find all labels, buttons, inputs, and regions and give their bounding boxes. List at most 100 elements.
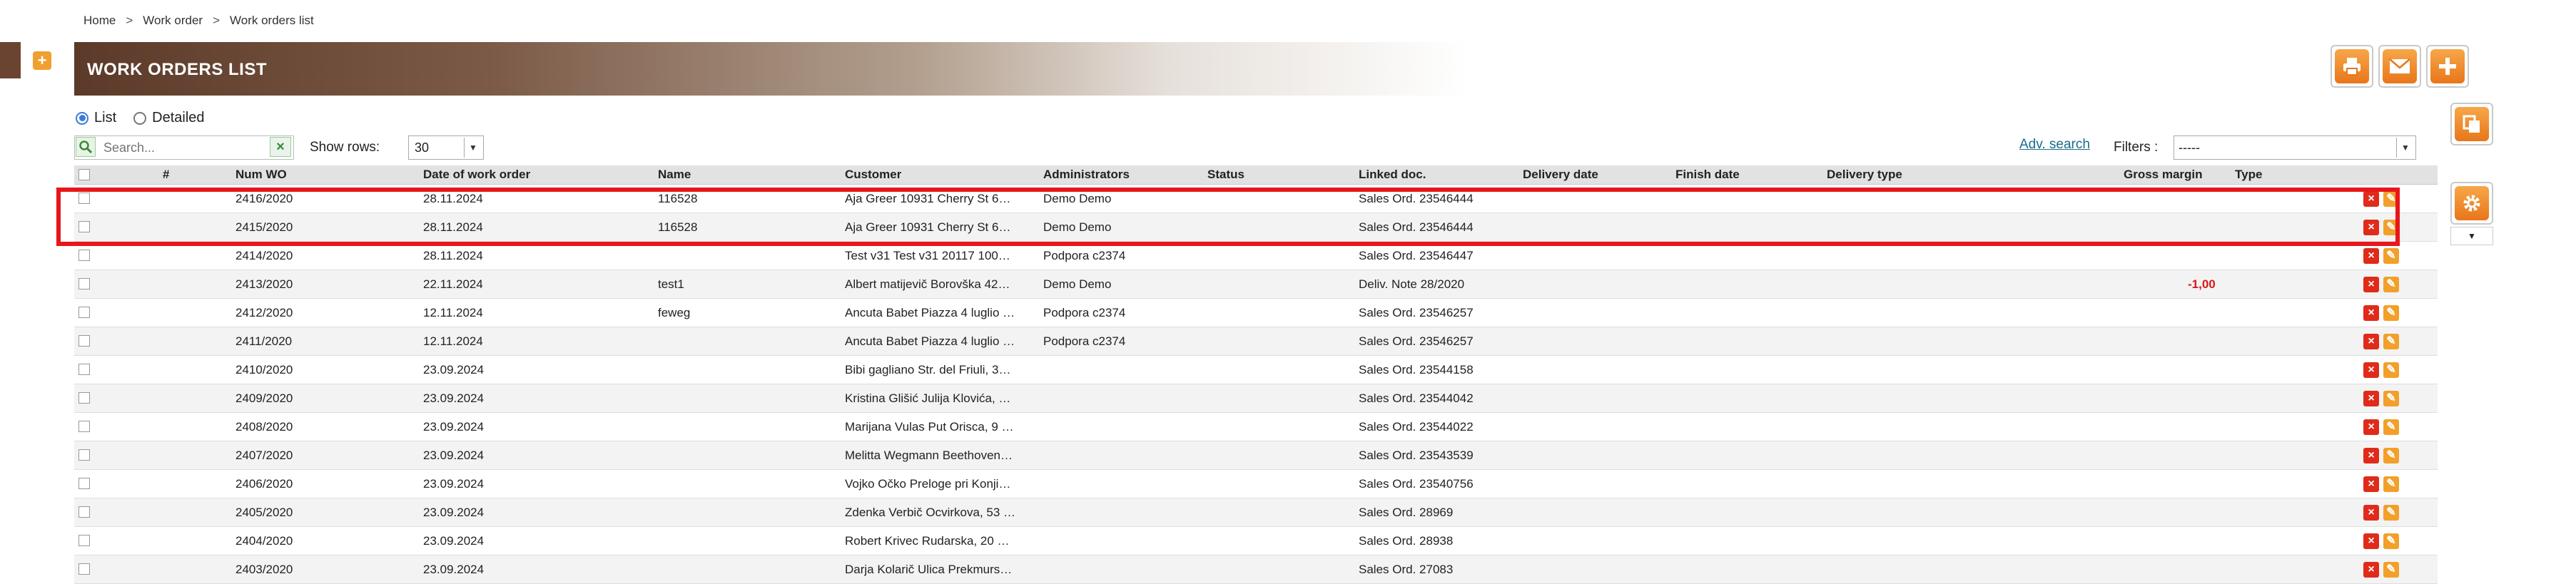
col-header-administrators[interactable]: Administrators — [1043, 165, 1130, 184]
email-button[interactable] — [2378, 45, 2421, 88]
pencil-icon[interactable]: ✎ — [2383, 533, 2399, 549]
row-checkbox[interactable] — [78, 335, 90, 347]
select-all-checkbox[interactable] — [78, 169, 90, 180]
table-row[interactable]: 2409/2020 23.09.2024 Kristina Glišić Julij… — [74, 384, 2438, 413]
pencil-icon[interactable]: ✎ — [2383, 191, 2399, 207]
row-checkbox[interactable] — [78, 364, 90, 375]
clear-search-icon[interactable]: × — [270, 137, 291, 157]
table-row[interactable]: 2407/2020 23.09.2024 Melitta Wegmann Beeth… — [74, 441, 2438, 470]
col-header-type[interactable]: Type — [2235, 165, 2262, 184]
col-header-num-wo[interactable]: Num WO — [235, 165, 287, 184]
table-row[interactable]: 2416/2020 28.11.2024 116528 Aja Greer 10931… — [74, 185, 2438, 213]
breadcrumb-current: Work orders list — [230, 14, 314, 27]
table-row[interactable]: 2404/2020 23.09.2024 Robert Krivec Rudarsk… — [74, 527, 2438, 555]
delete-icon[interactable]: × — [2363, 419, 2379, 435]
cell-date: 23.09.2024 — [423, 391, 485, 405]
table-row[interactable]: 2405/2020 23.09.2024 Zdenka Verbič Ocvirko… — [74, 498, 2438, 527]
pencil-icon[interactable]: ✎ — [2383, 334, 2399, 349]
cell-customer: Aja Greer 10931 Cherry St 6… — [845, 220, 1011, 234]
side-panel-tab[interactable] — [0, 42, 21, 78]
table-row[interactable]: 2411/2020 12.11.2024 Ancuta Babet Piazza 4… — [74, 327, 2438, 356]
pencil-icon[interactable]: ✎ — [2383, 277, 2399, 292]
search-field[interactable] — [74, 135, 294, 160]
delete-icon[interactable]: × — [2363, 305, 2379, 321]
row-checkbox[interactable] — [78, 506, 90, 518]
col-header-status[interactable]: Status — [1207, 165, 1244, 184]
table-row[interactable]: 2408/2020 23.09.2024 Marijana Vulas Put Or… — [74, 413, 2438, 441]
filters-select[interactable]: ----- ▼ — [2174, 135, 2416, 160]
list-view-radio[interactable] — [76, 111, 88, 125]
col-header-linked-doc[interactable]: Linked doc. — [1359, 165, 1426, 184]
detailed-view-radio[interactable] — [133, 111, 147, 125]
col-header-delivery-type[interactable]: Delivery type — [1827, 165, 1902, 184]
col-header-name[interactable]: Name — [658, 165, 691, 184]
breadcrumb-work-order[interactable]: Work order — [143, 14, 203, 28]
advanced-search-link[interactable]: Adv. search — [2019, 137, 2090, 153]
delete-icon[interactable]: × — [2363, 334, 2379, 349]
search-button[interactable] — [76, 137, 96, 157]
table-row[interactable]: 2413/2020 22.11.2024 test1 Albert matijevič… — [74, 270, 2438, 299]
print-button[interactable] — [2331, 45, 2373, 88]
cell-name: test1 — [658, 277, 684, 291]
row-checkbox[interactable] — [78, 535, 90, 546]
table-row[interactable]: 2414/2020 28.11.2024 Test v31 Test v31 201… — [74, 242, 2438, 270]
pencil-icon[interactable]: ✎ — [2383, 448, 2399, 463]
add-work-order-button[interactable] — [2426, 45, 2469, 88]
cell-linked-doc: Sales Ord. 23544042 — [1359, 391, 1474, 405]
row-checkbox[interactable] — [78, 307, 90, 318]
delete-icon[interactable]: × — [2363, 191, 2379, 207]
pencil-icon[interactable]: ✎ — [2383, 419, 2399, 435]
table-row[interactable]: 2415/2020 28.11.2024 116528 Aja Greer 10931… — [74, 213, 2438, 242]
row-checkbox[interactable] — [78, 478, 90, 489]
pencil-icon[interactable]: ✎ — [2383, 562, 2399, 578]
delete-icon[interactable]: × — [2363, 362, 2379, 378]
show-rows-select[interactable]: 30 ▼ — [408, 135, 484, 160]
col-header-gross-margin[interactable]: Gross margin — [2124, 165, 2203, 184]
search-input[interactable] — [102, 140, 262, 156]
pencil-icon[interactable]: ✎ — [2383, 305, 2399, 321]
breadcrumb-home[interactable]: Home — [83, 14, 116, 28]
delete-icon[interactable]: × — [2363, 562, 2379, 578]
col-header-finish-date[interactable]: Finish date — [1675, 165, 1740, 184]
row-checkbox[interactable] — [78, 221, 90, 232]
delete-icon[interactable]: × — [2363, 505, 2379, 521]
row-checkbox[interactable] — [78, 250, 90, 261]
delete-icon[interactable]: × — [2363, 448, 2379, 463]
table-row[interactable]: 2403/2020 23.09.2024 Darja Kolarič Ulica P… — [74, 555, 2438, 584]
row-checkbox[interactable] — [78, 563, 90, 575]
delete-icon[interactable]: × — [2363, 476, 2379, 492]
copy-button[interactable] — [2450, 103, 2493, 145]
col-header-delivery-date[interactable]: Delivery date — [1523, 165, 1598, 184]
delete-icon[interactable]: × — [2363, 391, 2379, 406]
delete-icon[interactable]: × — [2363, 248, 2379, 264]
col-header-index[interactable]: # — [163, 165, 169, 184]
row-checkbox[interactable] — [78, 278, 90, 290]
pencil-icon[interactable]: ✎ — [2383, 505, 2399, 521]
pencil-icon[interactable]: ✎ — [2383, 248, 2399, 264]
delete-icon[interactable]: × — [2363, 533, 2379, 549]
table-row[interactable]: 2412/2020 12.11.2024 feweg Ancuta Babet Pia… — [74, 299, 2438, 327]
delete-icon[interactable]: × — [2363, 277, 2379, 292]
settings-button[interactable] — [2450, 182, 2493, 225]
pencil-icon[interactable]: ✎ — [2383, 362, 2399, 378]
envelope-icon — [2389, 58, 2410, 73]
col-header-customer[interactable]: Customer — [845, 165, 901, 184]
row-checkbox[interactable] — [78, 421, 90, 432]
settings-dropdown-toggle[interactable]: ▼ — [2450, 227, 2493, 245]
pencil-icon[interactable]: ✎ — [2383, 391, 2399, 406]
delete-icon[interactable]: × — [2363, 220, 2379, 235]
table-row[interactable]: 2410/2020 23.09.2024 Bibi gagliano Str. de… — [74, 356, 2438, 384]
cell-administrators: Podpora c2374 — [1043, 249, 1126, 262]
row-checkbox[interactable] — [78, 392, 90, 404]
table-row[interactable]: 2406/2020 23.09.2024 Vojko Očko Preloge pr… — [74, 470, 2438, 498]
quick-add-icon[interactable]: + — [33, 51, 51, 70]
pencil-icon[interactable]: ✎ — [2383, 220, 2399, 235]
cell-customer: Darja Kolarič Ulica Prekmurs… — [845, 563, 1013, 576]
row-checkbox[interactable] — [78, 193, 90, 204]
cell-num-wo: 2405/2020 — [235, 506, 293, 519]
row-checkbox[interactable] — [78, 449, 90, 461]
pencil-icon[interactable]: ✎ — [2383, 476, 2399, 492]
cell-linked-doc: Sales Ord. 23546257 — [1359, 334, 1474, 348]
col-header-date[interactable]: Date of work order — [423, 165, 530, 184]
cell-num-wo: 2411/2020 — [235, 334, 293, 348]
